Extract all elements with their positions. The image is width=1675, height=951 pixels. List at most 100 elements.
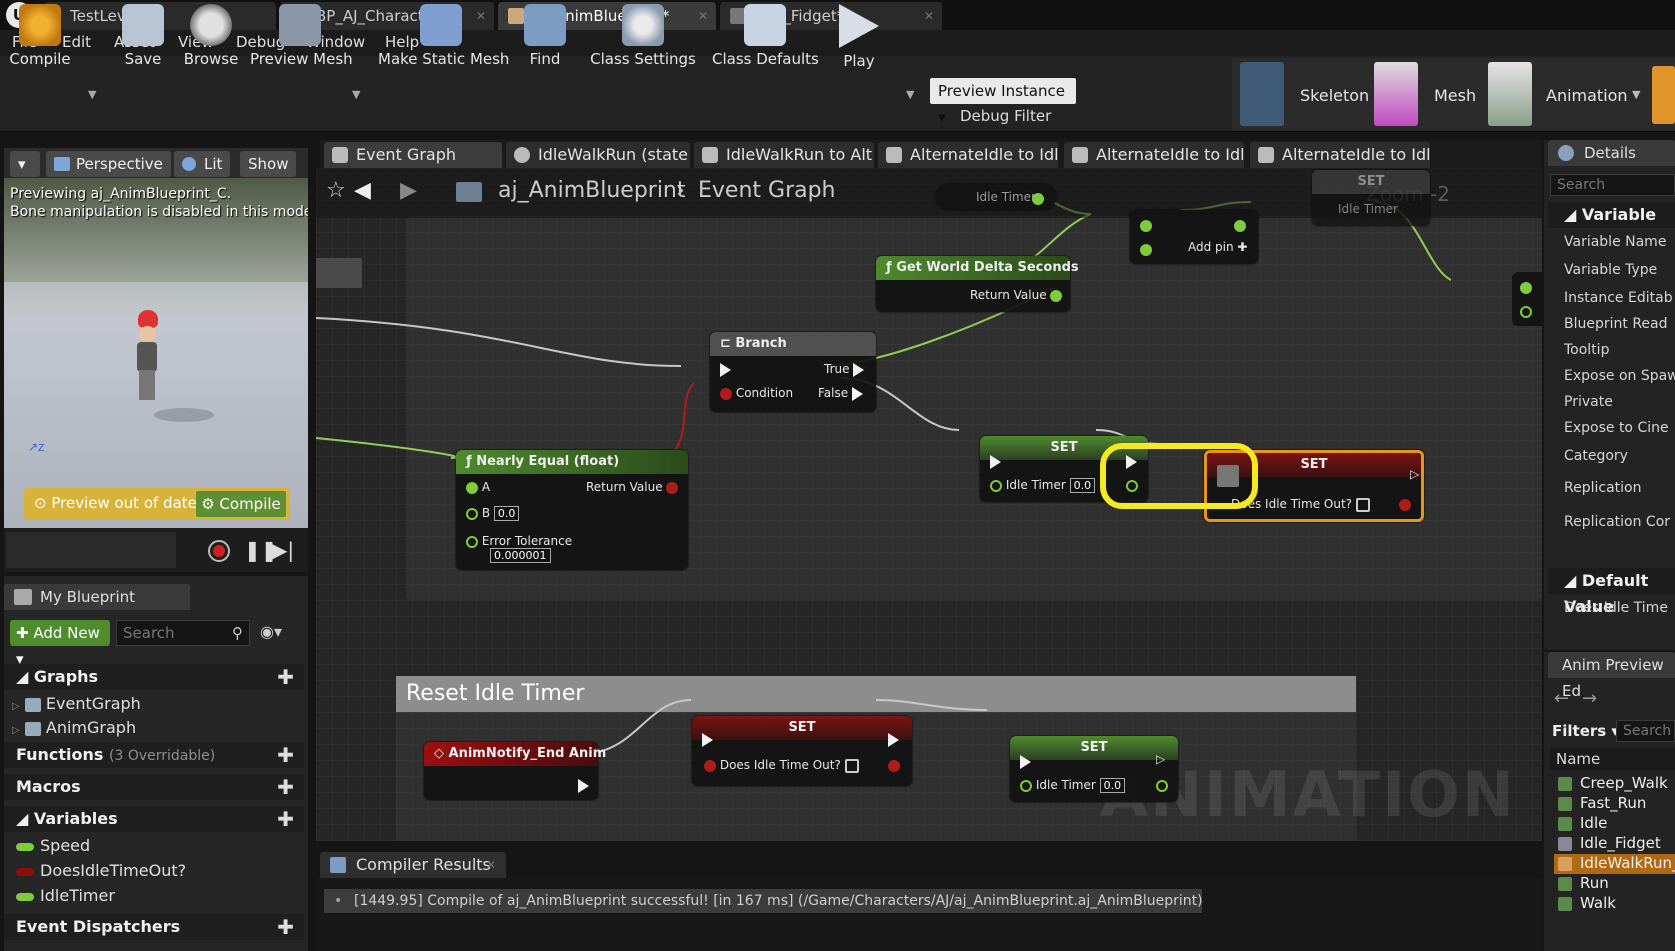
bool-output-pin[interactable] <box>1399 497 1411 511</box>
close-icon[interactable]: ✕ <box>924 2 934 30</box>
close-icon[interactable]: ✕ <box>698 2 708 30</box>
node-offscreen-right[interactable] <box>1512 272 1542 326</box>
preview-viewport[interactable]: Previewing aj_AnimBlueprint_C. Bone mani… <box>4 178 308 528</box>
float-output-pin[interactable] <box>1156 778 1168 792</box>
exec-output-pin[interactable]: ▷ <box>1156 752 1165 766</box>
asset-item-fast-run[interactable]: Fast_Run <box>1554 794 1675 814</box>
asset-item-idle[interactable]: Idle <box>1554 814 1675 834</box>
skeleton-mode-button[interactable]: Skeleton <box>1300 86 1369 105</box>
exec-output-pin[interactable]: ▷ <box>1399 467 1419 482</box>
idle-timer-pin[interactable]: Idle Timer 0.0 <box>990 478 1096 493</box>
tab-idlewalkrun-state[interactable]: IdleWalkRun (state <box>506 142 690 168</box>
graphs-section-header[interactable]: ◢ Graphs ✚ <box>4 664 304 690</box>
exec-input-pin[interactable] <box>990 454 1001 469</box>
exec-input-pin[interactable] <box>1020 754 1031 769</box>
tab-alternateidle-to-idle-2[interactable]: AlternateIdle to Idl <box>1064 142 1244 168</box>
make-static-mesh-button[interactable]: Make Static Mesh <box>378 4 509 74</box>
preview-instance-dropdown[interactable]: Preview Instance ▾ <box>930 78 1076 126</box>
node-nearly-equal-float[interactable]: ƒ Nearly Equal (float) A B 0.0 Error Tol… <box>456 450 688 570</box>
add-pin-button[interactable]: Add pin ✚ <box>1188 240 1247 254</box>
variables-section-header[interactable]: ◢ Variables ✚ <box>4 806 304 832</box>
lit-button[interactable]: Lit <box>174 151 231 177</box>
node-branch[interactable]: ⊏ Branch Condition True False <box>710 332 876 412</box>
preview-mesh-dropdown-icon[interactable]: ▼ <box>352 88 360 101</box>
step-forward-button[interactable]: ▶| <box>272 538 294 562</box>
tab-idlewalkrun-to-alt[interactable]: IdleWalkRun to Alt <box>694 142 874 168</box>
node-get-world-delta-seconds[interactable]: ƒ Get World Delta Seconds Return Value <box>876 256 1079 312</box>
record-button[interactable] <box>208 540 230 562</box>
node-set-idle-timer-2[interactable]: SET Idle Timer 0.0 ▷ <box>1010 736 1178 802</box>
variable-item-idletimer[interactable]: IdleTimer <box>16 886 115 905</box>
my-blueprint-tab[interactable]: My Blueprint <box>4 584 190 610</box>
b-value-field[interactable]: 0.0 <box>493 506 520 521</box>
true-exec-pin[interactable]: True <box>824 362 865 377</box>
idle-timer-value-field[interactable]: 0.0 <box>1099 778 1126 793</box>
timeline-scrubber[interactable] <box>6 532 176 568</box>
play-dropdown-icon[interactable]: ▼ <box>906 88 914 101</box>
exec-input-pin[interactable] <box>702 732 713 747</box>
add-macro-plus-icon[interactable]: ✚ <box>277 774 294 800</box>
false-exec-pin[interactable]: False <box>818 386 863 401</box>
macros-section-header[interactable]: Macros ✚ <box>4 774 304 800</box>
skeleton-mode-icon[interactable] <box>1240 62 1284 126</box>
viewport-options-button[interactable]: ▾ <box>10 151 40 177</box>
breadcrumb-blueprint[interactable]: aj_AnimBlueprint <box>498 178 686 203</box>
add-graph-plus-icon[interactable]: ✚ <box>277 664 294 690</box>
return-value-pin[interactable]: Return Value <box>970 288 1063 302</box>
asset-search-input[interactable]: Search <box>1616 720 1675 742</box>
forward-arrow-icon[interactable]: → <box>1582 688 1597 709</box>
variable-item-doesidletimeout[interactable]: DoesIdleTimeOut? <box>16 861 186 880</box>
compiler-results-tab[interactable]: Compiler Results ✕ <box>320 852 506 878</box>
node-set-does-idle-time-out-2[interactable]: SET Does Idle Time Out? <box>692 716 912 786</box>
default-value-category-header[interactable]: ◢ Default Value <box>1548 568 1675 616</box>
asset-item-creep-walk[interactable]: Creep_Walk <box>1554 774 1675 794</box>
my-blueprint-search-input[interactable]: Search ⚲ <box>116 620 250 646</box>
node-animnotify-end-anim[interactable]: ◇ AnimNotify_End Anim <box>424 742 606 800</box>
animation-mode-button[interactable]: Animation <box>1546 86 1628 105</box>
asset-item-walk[interactable]: Walk <box>1554 894 1675 914</box>
find-button[interactable]: Find <box>520 4 570 74</box>
play-button[interactable]: Play <box>834 4 884 74</box>
forward-arrow-icon[interactable]: ▶ <box>400 178 417 203</box>
back-arrow-icon[interactable]: ◀ <box>354 178 371 203</box>
bool-output-pin[interactable] <box>888 758 900 772</box>
float-output-pin[interactable] <box>1032 191 1044 205</box>
compile-button[interactable]: Compile <box>8 4 72 74</box>
graph-item-eventgraph[interactable]: ▷ EventGraph <box>12 694 141 713</box>
variable-category-header[interactable]: ◢ Variable <box>1548 202 1675 228</box>
compiler-message[interactable]: • [1449.95] Compile of aj_AnimBlueprint s… <box>324 889 1202 913</box>
mesh-mode-button[interactable]: Mesh <box>1434 86 1476 105</box>
animation-mode-dropdown-icon[interactable]: ▼ <box>1632 88 1640 101</box>
asset-item-idle-fidget[interactable]: Idle_Fidget <box>1554 834 1675 854</box>
favorite-star-icon[interactable]: ☆ <box>326 178 346 203</box>
save-button[interactable]: Save <box>118 4 168 74</box>
details-tab[interactable]: Details <box>1548 140 1675 166</box>
tolerance-value-field[interactable]: 0.000001 <box>490 548 551 563</box>
mesh-mode-icon[interactable] <box>1374 62 1418 126</box>
preview-mesh-button[interactable]: Preview Mesh <box>250 4 353 74</box>
does-idle-time-out-pin[interactable]: Does Idle Time Out? <box>704 758 859 773</box>
asset-item-run[interactable]: Run <box>1554 874 1675 894</box>
add-variable-plus-icon[interactable]: ✚ <box>277 806 294 832</box>
anim-preview-tab[interactable]: Anim Preview Ed <box>1548 652 1675 700</box>
idle-timer-value-field[interactable]: 0.0 <box>1069 478 1096 493</box>
error-tolerance-pin[interactable]: Error Tolerance <box>466 534 572 548</box>
viewport-compile-button[interactable]: ⚙ Compile <box>196 491 286 517</box>
tab-alternateidle-to-idle-1[interactable]: AlternateIdle to Idl <box>878 142 1058 168</box>
input-pin-a[interactable]: A <box>466 480 490 494</box>
show-button[interactable]: Show <box>240 151 297 177</box>
exec-input-pin[interactable] <box>720 362 731 377</box>
node-add-float[interactable]: Add pin ✚ <box>1130 210 1258 264</box>
output-pin[interactable] <box>1234 218 1246 232</box>
event-dispatchers-section-header[interactable]: Event Dispatchers ✚ <box>4 914 304 940</box>
condition-pin[interactable]: Condition <box>720 386 793 400</box>
functions-section-header[interactable]: Functions (3 Overridable) ✚ <box>4 742 304 768</box>
return-value-pin[interactable]: Return Value <box>586 480 679 494</box>
add-new-button[interactable]: ✚ Add New ▾ <box>10 620 110 668</box>
back-arrow-icon[interactable]: ← <box>1554 688 1569 709</box>
idle-timer-pin[interactable]: Idle Timer 0.0 <box>1020 778 1126 793</box>
node-get-idle-timer[interactable]: Idle Timer <box>936 184 1056 210</box>
breadcrumb-graph[interactable]: Event Graph <box>698 178 836 203</box>
tab-alternateidle-to-idle-3[interactable]: AlternateIdle to Idl <box>1250 142 1430 168</box>
variable-item-speed[interactable]: Speed <box>16 836 90 855</box>
